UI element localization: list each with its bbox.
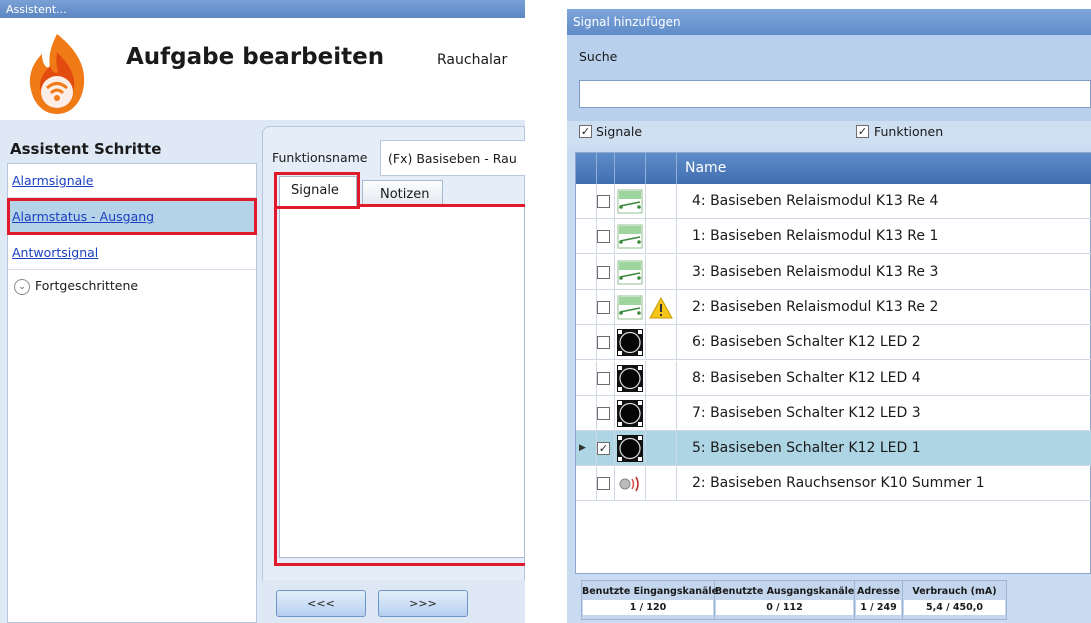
smoke-sensor-icon <box>617 470 643 497</box>
next-button[interactable]: >>> <box>378 590 468 617</box>
filter-funktionen-checkbox[interactable]: ✓ <box>856 125 869 138</box>
stat-consumption-value: 5,4 / 450,0 <box>904 600 1005 615</box>
signal-name: 2: Basiseben Rauchsensor K10 Summer 1 <box>692 475 985 492</box>
grid-header: Name <box>576 153 1091 184</box>
signal-row[interactable]: 3: Basiseben Relaismodul K13 Re 3 <box>576 254 1091 290</box>
relay-icon <box>617 188 643 215</box>
task-name: Rauchalar <box>437 52 508 68</box>
add-signal-window: Signal hinzufügen Suche ✓ Signale ✓ Funk… <box>567 9 1091 623</box>
stat-output-channels-label: Benutzte Ausgangskanäle <box>715 586 855 597</box>
signal-row-checkbox[interactable] <box>597 230 610 244</box>
relay-icon <box>617 223 643 250</box>
page-title: Aufgabe bearbeiten <box>126 44 385 70</box>
tab-notizen[interactable]: Notizen <box>362 180 443 206</box>
highlight-content-frame <box>274 204 525 566</box>
search-input[interactable] <box>579 80 1091 108</box>
signal-name: 1: Basiseben Relaismodul K13 Re 1 <box>692 228 939 245</box>
highlight-connector-line <box>357 204 525 207</box>
function-name-field[interactable]: (Fx) Basiseben - Rau <box>380 140 525 176</box>
signal-row-checkbox[interactable] <box>597 336 610 350</box>
function-name-label: Funktionsname <box>272 150 368 165</box>
filter-funktionen-label: Funktionen <box>874 124 944 139</box>
signal-name: 3: Basiseben Relaismodul K13 Re 3 <box>692 263 939 280</box>
switch-led-icon <box>617 399 643 427</box>
switch-led-icon <box>617 364 643 392</box>
warning-icon <box>649 296 673 319</box>
highlight-step-frame <box>7 198 257 235</box>
column-header-name[interactable]: Name <box>685 160 726 176</box>
stat-input-channels-label: Benutzte Eingangskanäle <box>582 586 719 597</box>
header-icon-column <box>615 153 646 184</box>
signal-name: 7: Basiseben Schalter K12 LED 3 <box>692 404 921 421</box>
header-checkbox-column <box>597 153 615 184</box>
signal-row-checkbox[interactable] <box>597 371 610 385</box>
back-button[interactable]: <<< <box>276 590 366 617</box>
stat-address: Adresse 1 / 249 <box>855 581 903 619</box>
step-antwortsignal[interactable]: Antwortsignal <box>8 236 256 270</box>
signal-grid: Name 4: Basiseben Relaismodul K13 Re 4 1:… <box>575 152 1091 574</box>
search-area <box>567 35 1091 123</box>
step-alarmsignale[interactable]: Alarmsignale <box>8 164 256 198</box>
signal-row[interactable]: 2: Basiseben Rauchsensor K10 Summer 1 <box>576 466 1091 502</box>
signal-row-checkbox[interactable] <box>597 406 610 420</box>
relay-icon <box>617 294 643 321</box>
signal-row-checkbox[interactable] <box>597 265 610 279</box>
signal-row-checkbox[interactable]: ✓ <box>597 442 610 456</box>
chevron-down-icon[interactable]: ⌄ <box>14 278 30 295</box>
assistant-titlebar: Assistent... <box>0 0 525 18</box>
add-signal-titlebar: Signal hinzufügen <box>567 9 1091 35</box>
stat-output-channels: Benutzte Ausgangskanäle 0 / 112 <box>715 581 855 619</box>
steps-title: Assistent Schritte <box>10 140 162 158</box>
signal-row-checkbox[interactable] <box>597 195 610 208</box>
signal-name: 4: Basiseben Relaismodul K13 Re 4 <box>692 193 939 209</box>
signal-name: 8: Basiseben Schalter K12 LED 4 <box>692 369 921 386</box>
switch-led-icon <box>617 329 643 357</box>
stat-consumption-label: Verbrauch (mA) <box>912 586 997 597</box>
signal-row[interactable]: 7: Basiseben Schalter K12 LED 3 <box>576 395 1091 431</box>
header-warning-column <box>646 153 677 184</box>
signal-row-checkbox[interactable] <box>597 477 610 491</box>
assistant-window: Assistent... Aufgabe bearbeiten Rauchala… <box>0 0 525 623</box>
signal-row[interactable]: 8: Basiseben Schalter K12 LED 4 <box>576 360 1091 396</box>
stat-consumption: Verbrauch (mA) 5,4 / 450,0 <box>903 581 1006 619</box>
signal-row[interactable]: 6: Basiseben Schalter K12 LED 2 <box>576 325 1091 361</box>
switch-led-icon <box>617 435 643 463</box>
signal-row-checkbox[interactable] <box>597 300 610 314</box>
signal-row[interactable]: ▶ ✓ 5: Basiseben Schalter K12 LED 1 <box>576 431 1091 467</box>
stat-output-channels-value: 0 / 112 <box>716 600 853 615</box>
stat-input-channels: Benutzte Eingangskanäle 1 / 120 <box>582 581 719 619</box>
signal-row[interactable]: 2: Basiseben Relaismodul K13 Re 2 <box>576 289 1091 325</box>
relay-icon <box>617 259 643 286</box>
smoke-alarm-logo-icon <box>29 34 85 114</box>
signal-row[interactable]: 4: Basiseben Relaismodul K13 Re 4 <box>576 184 1091 219</box>
filter-signale-label: Signale <box>596 124 643 139</box>
filter-signale-checkbox[interactable]: ✓ <box>579 125 592 138</box>
advanced-label: Fortgeschrittene <box>35 278 139 293</box>
assistant-header: Aufgabe bearbeiten Rauchalar <box>0 18 525 120</box>
stat-address-label: Adresse <box>856 586 901 597</box>
header-row-indicator <box>576 153 597 184</box>
signal-name: 2: Basiseben Relaismodul K13 Re 2 <box>692 298 939 315</box>
search-label: Suche <box>579 49 618 64</box>
usage-stats-bar: Benutzte Eingangskanäle 1 / 120 Benutzte… <box>581 580 1007 620</box>
row-pointer-icon: ▶ <box>579 443 586 454</box>
signal-name: 6: Basiseben Schalter K12 LED 2 <box>692 334 921 351</box>
signal-name: 5: Basiseben Schalter K12 LED 1 <box>692 440 921 457</box>
stat-address-value: 1 / 249 <box>856 600 901 615</box>
signal-row[interactable]: 1: Basiseben Relaismodul K13 Re 1 <box>576 219 1091 255</box>
filter-bar <box>567 121 1091 147</box>
step-advanced[interactable]: ⌄ Fortgeschrittene <box>8 272 256 302</box>
stat-input-channels-value: 1 / 120 <box>583 600 713 615</box>
